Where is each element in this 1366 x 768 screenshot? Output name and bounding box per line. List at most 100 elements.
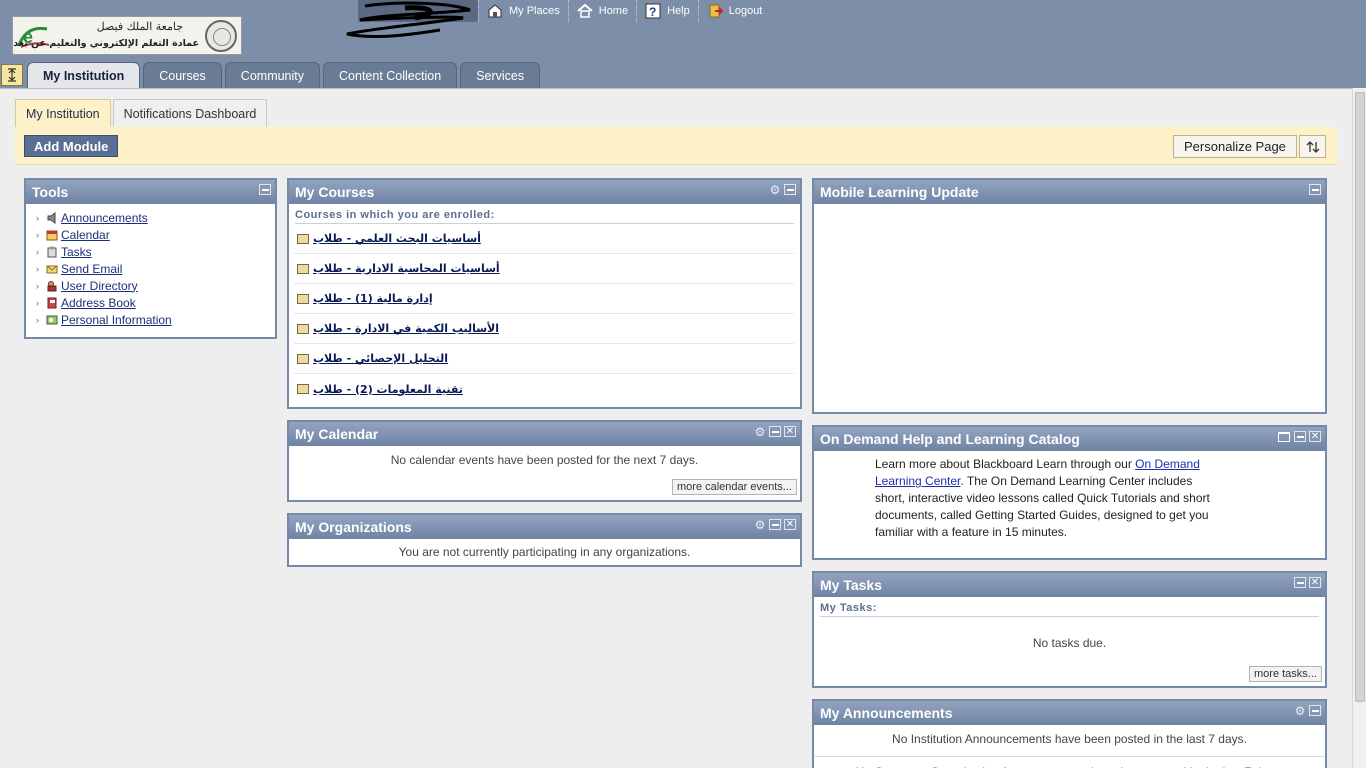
my-organizations-header: My Organizations ⚙ ✕ (289, 515, 800, 539)
my-announcements-title: My Announcements (820, 705, 953, 721)
my-organizations-title: My Organizations (295, 519, 412, 535)
tools-header: Tools (26, 180, 275, 204)
course-row: أساسيات البحث العلمي - طلاب (295, 224, 794, 254)
tasks-link[interactable]: Tasks (61, 245, 92, 259)
course-link[interactable]: أساسيات البحث العلمي - طلاب (313, 232, 481, 245)
course-list: أساسيات البحث العلمي - طلاب أساسيات المح… (289, 224, 800, 404)
email-icon (46, 265, 58, 273)
logo[interactable]: e جامعة الملك فيصل عمادة التعلم الإلكترو… (12, 16, 242, 55)
my-places-link[interactable]: My Places (478, 0, 568, 22)
calendar-icon (46, 230, 58, 240)
mobile-learning-header: Mobile Learning Update (814, 180, 1325, 204)
address-book-link[interactable]: Address Book (61, 296, 136, 310)
places-icon (488, 4, 502, 18)
sub-tabs: My Institution Notifications Dashboard (15, 99, 269, 128)
close-icon[interactable]: ✕ (784, 519, 796, 530)
home-label: Home (598, 5, 629, 17)
tool-tasks: › Tasks (36, 243, 275, 260)
minimize-icon[interactable] (769, 426, 781, 437)
reorder-icon (1306, 140, 1319, 153)
course-link[interactable]: أساسيات المحاسبة الادارية - طلاب (313, 262, 500, 275)
vertical-scrollbar[interactable] (1352, 88, 1366, 768)
tool-calendar: › Calendar (36, 226, 275, 243)
course-link[interactable]: التحليل الإحصائي - طلاب (313, 352, 448, 365)
tab-content-collection[interactable]: Content Collection (323, 62, 458, 88)
gear-icon[interactable]: ⚙ (769, 183, 781, 197)
my-calendar-header: My Calendar ⚙ ✕ (289, 422, 800, 446)
scrollbar-thumb[interactable] (1355, 92, 1365, 702)
courses-subheading: Courses in which you are enrolled: (295, 209, 794, 224)
personalize-page-button[interactable]: Personalize Page (1173, 135, 1297, 158)
minimize-icon[interactable] (1309, 184, 1321, 195)
minimize-icon[interactable] (1294, 431, 1306, 442)
gear-icon[interactable]: ⚙ (754, 425, 766, 439)
chevron-right-icon: › (36, 314, 39, 325)
tab-my-institution[interactable]: My Institution (27, 62, 141, 88)
gear-icon[interactable]: ⚙ (754, 518, 766, 532)
course-link[interactable]: إدارة مالية (1) - طلاب (313, 292, 433, 305)
add-module-button[interactable]: Add Module (24, 135, 119, 157)
tab-community[interactable]: Community (224, 62, 321, 88)
minimize-icon[interactable] (784, 184, 796, 195)
user-directory-link[interactable]: User Directory (61, 279, 138, 293)
subtab-my-institution[interactable]: My Institution (15, 99, 111, 128)
help-link[interactable]: ? Help (636, 0, 698, 22)
course-row: تقنية المعلومات (2) - طلاب (295, 374, 794, 404)
university-seal-icon (205, 20, 237, 52)
address-book-icon (47, 297, 57, 308)
tool-personal-information: › Personal Information (36, 311, 275, 328)
close-icon[interactable]: ✕ (1309, 431, 1321, 442)
tool-send-email: › Send Email (36, 260, 275, 277)
my-announcements-header: My Announcements ⚙ (814, 701, 1325, 725)
mobile-learning-title: Mobile Learning Update (820, 184, 979, 200)
window-icon[interactable] (1277, 431, 1291, 442)
action-bar: Add Module Personalize Page (15, 127, 1337, 165)
course-row: الأساليب الكمية في الادارة - طلاب (295, 314, 794, 344)
subtab-notifications-dashboard[interactable]: Notifications Dashboard (112, 99, 268, 128)
my-places-label: My Places (509, 5, 560, 17)
calendar-link[interactable]: Calendar (61, 228, 110, 242)
close-icon[interactable]: ✕ (784, 426, 796, 437)
chevron-right-icon: › (36, 263, 39, 274)
tool-address-book: › Address Book (36, 294, 275, 311)
nav-toggle-button[interactable] (1, 64, 23, 86)
minimize-icon[interactable] (1294, 577, 1306, 588)
logout-link[interactable]: Logout (697, 0, 771, 22)
mobile-learning-module: Mobile Learning Update (812, 178, 1327, 414)
help-text-intro: Learn more about Blackboard Learn throug… (875, 457, 1136, 471)
book-icon (297, 233, 309, 244)
calendar-empty-message: No calendar events have been posted for … (390, 453, 699, 467)
minimize-icon[interactable] (769, 519, 781, 530)
home-icon (577, 3, 593, 18)
logo-university-name: جامعة الملك فيصل (96, 20, 183, 33)
on-demand-help-header: On Demand Help and Learning Catalog ✕ (814, 427, 1325, 451)
close-icon[interactable]: ✕ (1309, 577, 1321, 588)
minimize-icon[interactable] (1309, 705, 1321, 716)
my-organizations-module: My Organizations ⚙ ✕ You are not current… (287, 513, 802, 567)
main-content: My Institution Notifications Dashboard A… (0, 88, 1352, 768)
logo-deanship-name: عمادة التعلم الإلكتروني والتعليم عن بعد (13, 38, 199, 49)
more-calendar-events-button[interactable]: more calendar events... (672, 479, 797, 495)
main-tabs: My Institution Courses Community Content… (0, 60, 543, 88)
course-link[interactable]: الأساليب الكمية في الادارة - طلاب (313, 322, 499, 335)
on-demand-help-module: On Demand Help and Learning Catalog ✕ Le… (812, 425, 1327, 560)
gear-icon[interactable]: ⚙ (1294, 704, 1306, 718)
reorder-modules-button[interactable] (1299, 135, 1326, 158)
minimize-icon[interactable] (259, 184, 271, 195)
announcements-link[interactable]: Announcements (61, 211, 148, 225)
book-icon (297, 323, 309, 334)
my-tasks-module: My Tasks ✕ My Tasks: No tasks due. more … (812, 571, 1327, 688)
personal-information-link[interactable]: Personal Information (61, 313, 172, 327)
tab-courses[interactable]: Courses (143, 62, 222, 88)
tools-title: Tools (32, 184, 69, 200)
chevron-right-icon: › (36, 297, 39, 308)
home-link[interactable]: Home (567, 0, 636, 22)
send-email-link[interactable]: Send Email (61, 262, 122, 276)
course-link[interactable]: تقنية المعلومات (2) - طلاب (313, 383, 463, 396)
my-tasks-title: My Tasks (820, 577, 882, 593)
more-tasks-button[interactable]: more tasks... (1249, 666, 1322, 682)
course-row: التحليل الإحصائي - طلاب (295, 344, 794, 374)
tab-services[interactable]: Services (460, 62, 541, 88)
course-announcements-message: No Course or Organization Announcements … (814, 756, 1325, 768)
announcements-icon (47, 211, 56, 224)
